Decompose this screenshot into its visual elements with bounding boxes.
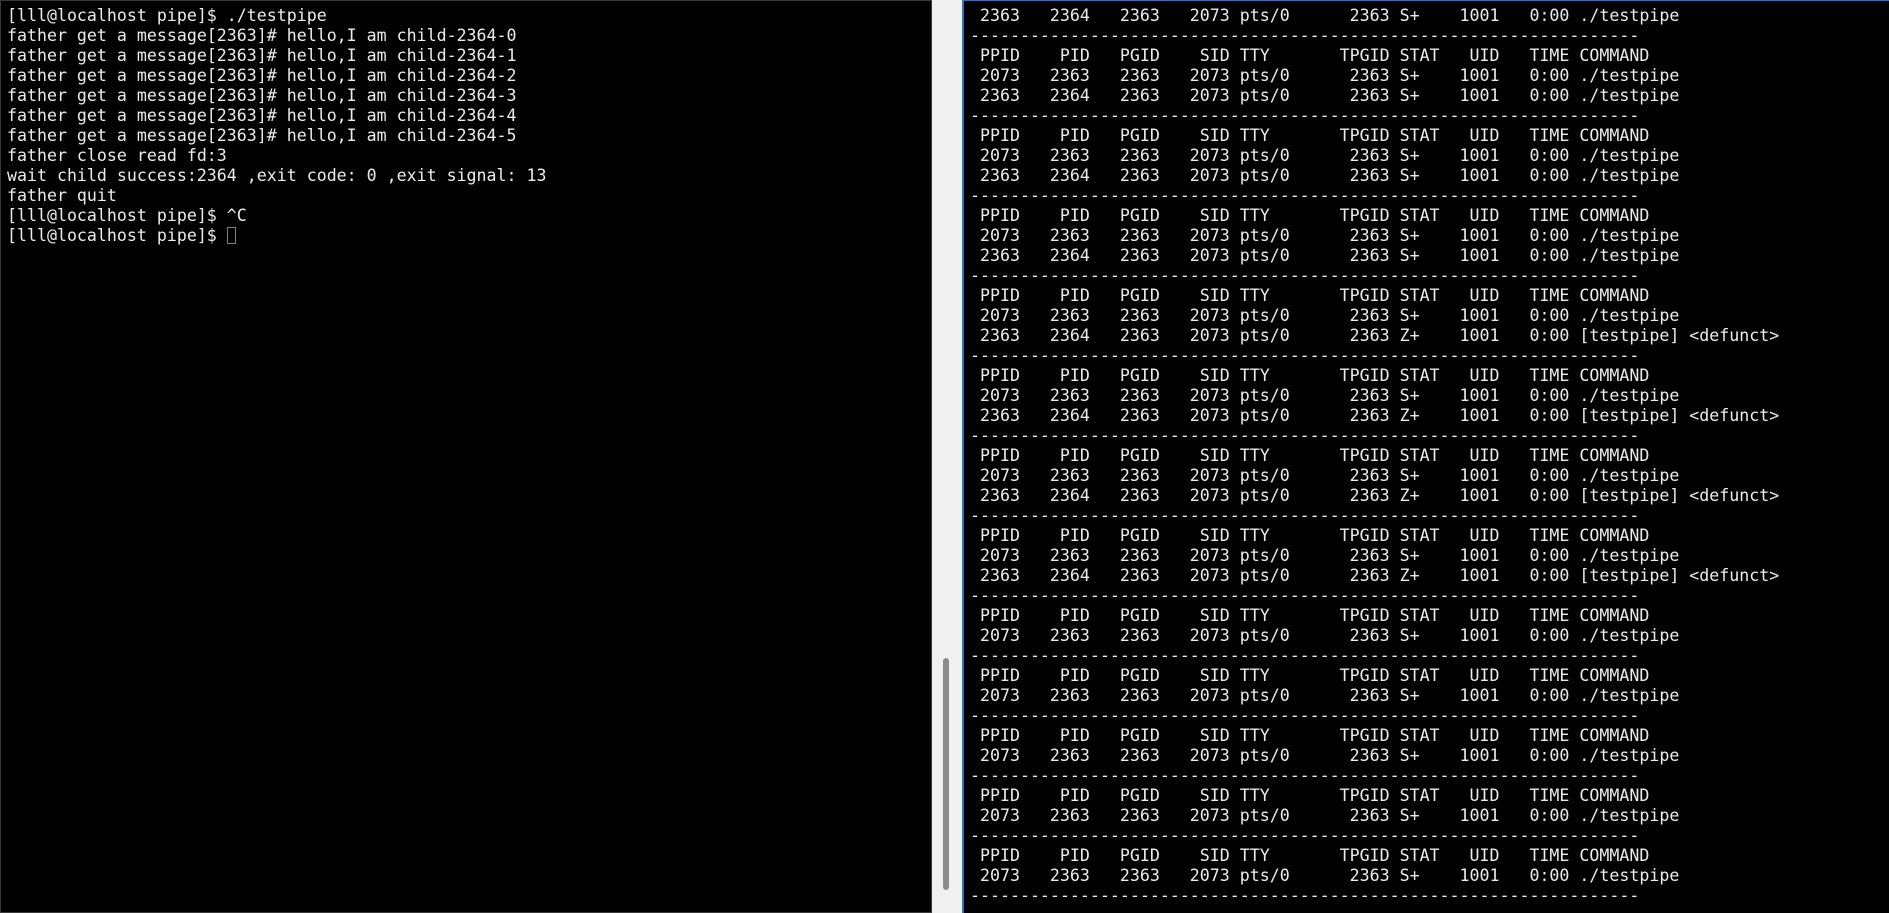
ps-separator: ----------------------------------------… <box>970 106 1640 125</box>
ps-output-block: PPID PID PGID SID TTY TPGID STAT UID TIM… <box>970 606 1889 666</box>
ps-header: PPID PID PGID SID TTY TPGID STAT UID TIM… <box>970 366 1650 385</box>
ps-separator: ----------------------------------------… <box>970 706 1640 725</box>
ps-row: 2073 2363 2363 2073 pts/0 2363 S+ 1001 0… <box>970 466 1680 485</box>
ps-row: 2363 2364 2363 2073 pts/0 2363 Z+ 1001 0… <box>970 486 1780 505</box>
left-terminal-pane[interactable]: [lll@localhost pipe]$ ./testpipe father g… <box>0 0 932 913</box>
right-terminal-pane[interactable]: 2363 2364 2363 2073 pts/0 2363 S+ 1001 0… <box>962 0 1889 913</box>
ps-header: PPID PID PGID SID TTY TPGID STAT UID TIM… <box>970 526 1650 545</box>
terminal-output-line: father close read fd:3 <box>7 146 227 165</box>
ps-output-block: PPID PID PGID SID TTY TPGID STAT UID TIM… <box>970 726 1889 786</box>
terminal-output-line: [lll@localhost pipe]$ ./testpipe <box>7 6 327 25</box>
ps-row: 2073 2363 2363 2073 pts/0 2363 S+ 1001 0… <box>970 546 1680 565</box>
ps-header: PPID PID PGID SID TTY TPGID STAT UID TIM… <box>970 726 1650 745</box>
terminal-prompt-line: [lll@localhost pipe]$ <box>7 226 931 246</box>
ps-output-block: PPID PID PGID SID TTY TPGID STAT UID TIM… <box>970 846 1889 906</box>
ps-output-block: PPID PID PGID SID TTY TPGID STAT UID TIM… <box>970 286 1889 366</box>
ps-output-block: PPID PID PGID SID TTY TPGID STAT UID TIM… <box>970 126 1889 206</box>
ps-row: 2363 2364 2363 2073 pts/0 2363 Z+ 1001 0… <box>970 406 1780 425</box>
ps-header: PPID PID PGID SID TTY TPGID STAT UID TIM… <box>970 666 1650 685</box>
ps-separator: ----------------------------------------… <box>970 886 1640 905</box>
ps-separator: ----------------------------------------… <box>970 506 1640 525</box>
ps-header: PPID PID PGID SID TTY TPGID STAT UID TIM… <box>970 46 1650 65</box>
ps-row: 2363 2364 2363 2073 pts/0 2363 Z+ 1001 0… <box>970 566 1780 585</box>
ps-separator: ----------------------------------------… <box>970 826 1640 845</box>
ps-header: PPID PID PGID SID TTY TPGID STAT UID TIM… <box>970 286 1650 305</box>
ps-output-block: PPID PID PGID SID TTY TPGID STAT UID TIM… <box>970 366 1889 446</box>
ps-output-block: PPID PID PGID SID TTY TPGID STAT UID TIM… <box>970 446 1889 526</box>
ps-row: 2073 2363 2363 2073 pts/0 2363 S+ 1001 0… <box>970 686 1680 705</box>
terminal-output-line: father get a message[2363]# hello,I am c… <box>7 66 517 85</box>
ps-separator: ----------------------------------------… <box>970 266 1640 285</box>
ps-output-block: PPID PID PGID SID TTY TPGID STAT UID TIM… <box>970 46 1889 126</box>
ps-separator: ----------------------------------------… <box>970 586 1640 605</box>
terminal-output-line: wait child success:2364 ,exit code: 0 ,e… <box>7 166 547 185</box>
ps-header: PPID PID PGID SID TTY TPGID STAT UID TIM… <box>970 606 1650 625</box>
terminal-output-line: father get a message[2363]# hello,I am c… <box>7 126 517 145</box>
ps-separator: ----------------------------------------… <box>970 766 1640 785</box>
ps-row: 2363 2364 2363 2073 pts/0 2363 S+ 1001 0… <box>970 246 1680 265</box>
ps-row: 2073 2363 2363 2073 pts/0 2363 S+ 1001 0… <box>970 626 1680 645</box>
ps-row: 2073 2363 2363 2073 pts/0 2363 S+ 1001 0… <box>970 866 1680 885</box>
terminal-output-line: father get a message[2363]# hello,I am c… <box>7 106 517 125</box>
ps-row: 2073 2363 2363 2073 pts/0 2363 S+ 1001 0… <box>970 746 1680 765</box>
ps-output-block: PPID PID PGID SID TTY TPGID STAT UID TIM… <box>970 526 1889 606</box>
ps-output-block: PPID PID PGID SID TTY TPGID STAT UID TIM… <box>970 206 1889 286</box>
text-cursor <box>226 227 236 244</box>
ps-row: 2073 2363 2363 2073 pts/0 2363 S+ 1001 0… <box>970 806 1680 825</box>
ps-header: PPID PID PGID SID TTY TPGID STAT UID TIM… <box>970 846 1650 865</box>
ps-header: PPID PID PGID SID TTY TPGID STAT UID TIM… <box>970 446 1650 465</box>
ps-separator: ----------------------------------------… <box>970 186 1640 205</box>
ps-row: 2363 2364 2363 2073 pts/0 2363 S+ 1001 0… <box>970 86 1680 105</box>
ps-row: 2073 2363 2363 2073 pts/0 2363 S+ 1001 0… <box>970 66 1680 85</box>
ps-row: 2073 2363 2363 2073 pts/0 2363 S+ 1001 0… <box>970 146 1680 165</box>
terminal-output-line: father quit <box>7 186 117 205</box>
ps-output-block: PPID PID PGID SID TTY TPGID STAT UID TIM… <box>970 786 1889 846</box>
ps-row: 2363 2364 2363 2073 pts/0 2363 Z+ 1001 0… <box>970 326 1780 345</box>
ps-header: PPID PID PGID SID TTY TPGID STAT UID TIM… <box>970 206 1650 225</box>
terminal-output-line: father get a message[2363]# hello,I am c… <box>7 46 517 65</box>
ps-row: 2073 2363 2363 2073 pts/0 2363 S+ 1001 0… <box>970 386 1680 405</box>
terminal-prompt: [lll@localhost pipe]$ <box>7 226 227 245</box>
terminal-output-line: father get a message[2363]# hello,I am c… <box>7 26 517 45</box>
ps-row: 2073 2363 2363 2073 pts/0 2363 S+ 1001 0… <box>970 226 1680 245</box>
ps-output-block: PPID PID PGID SID TTY TPGID STAT UID TIM… <box>970 666 1889 726</box>
ps-row: 2363 2364 2363 2073 pts/0 2363 S+ 1001 0… <box>970 6 1680 25</box>
ps-row: 2363 2364 2363 2073 pts/0 2363 S+ 1001 0… <box>970 166 1680 185</box>
ps-separator: ----------------------------------------… <box>970 26 1640 45</box>
ps-header: PPID PID PGID SID TTY TPGID STAT UID TIM… <box>970 786 1650 805</box>
terminal-output-line: [lll@localhost pipe]$ ^C <box>7 206 247 225</box>
ps-separator: ----------------------------------------… <box>970 346 1640 365</box>
scrollbar-thumb[interactable] <box>943 658 949 890</box>
ps-row: 2073 2363 2363 2073 pts/0 2363 S+ 1001 0… <box>970 306 1680 325</box>
terminal-output-line: father get a message[2363]# hello,I am c… <box>7 86 517 105</box>
ps-header: PPID PID PGID SID TTY TPGID STAT UID TIM… <box>970 126 1650 145</box>
ps-separator: ----------------------------------------… <box>970 426 1640 445</box>
ps-separator: ----------------------------------------… <box>970 646 1640 665</box>
